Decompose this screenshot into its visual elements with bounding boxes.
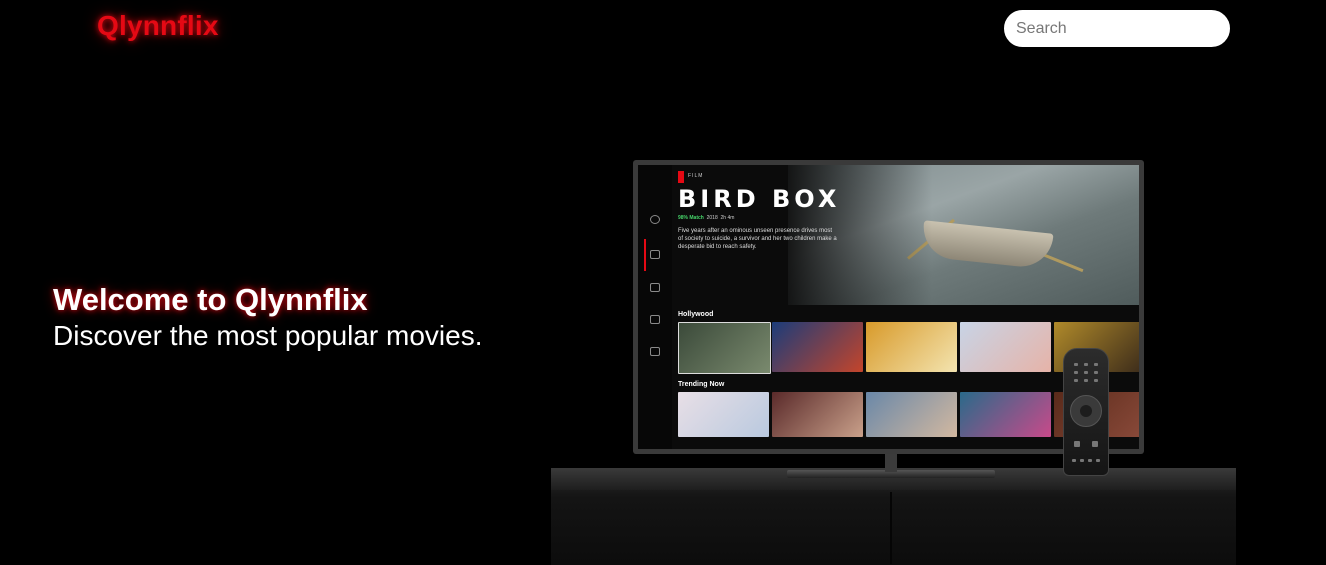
match-score: 98% Match (678, 215, 704, 221)
row-label-hollywood: Hollywood (678, 311, 714, 318)
remote-button (1084, 363, 1088, 366)
remote-button (1084, 379, 1088, 382)
cabinet-divider (890, 492, 892, 564)
film-icon (650, 315, 660, 324)
remote-button (1094, 379, 1098, 382)
poster-tile (866, 322, 957, 372)
remote-button (1096, 459, 1100, 462)
remote-button (1074, 371, 1078, 374)
movie-description: Five years after an ominous unseen prese… (678, 228, 837, 250)
movie-year: 2018 (706, 215, 718, 221)
remote-button (1092, 441, 1098, 447)
poster-tile (678, 392, 769, 437)
hero-section: Welcome to Qlynnflix Discover the most p… (53, 281, 483, 353)
remote-button (1084, 371, 1088, 374)
remote-button (1088, 459, 1092, 462)
poster-tile (960, 392, 1051, 437)
netflix-n-icon (678, 171, 684, 183)
home-icon (650, 250, 660, 259)
poster-tile (772, 322, 863, 372)
remote-control-icon (1063, 348, 1109, 476)
remote-button (1094, 363, 1098, 366)
poster-tile (678, 322, 771, 374)
movie-meta: 98% Match 2018 2h 4m (678, 215, 734, 221)
row-label-trending: Trending Now (678, 381, 725, 388)
nav-active-indicator (644, 239, 646, 271)
remote-button (1074, 379, 1078, 382)
search-icon (650, 215, 660, 224)
remote-dial (1070, 395, 1102, 427)
movie-duration: 2h 4m (720, 215, 735, 221)
poster-tile (960, 322, 1051, 372)
tv-icon (650, 283, 660, 292)
film-tag: FILM (688, 173, 704, 179)
remote-button (1074, 441, 1080, 447)
remote-button (1080, 459, 1084, 462)
remote-button (1072, 459, 1076, 462)
movie-title: BIRD BOX (678, 185, 841, 213)
tv-stand-neck (885, 453, 897, 472)
search-input[interactable] (1004, 10, 1230, 47)
remote-button (1094, 371, 1098, 374)
list-icon (650, 347, 660, 356)
poster-tile (772, 392, 863, 437)
hero-subtitle: Discover the most popular movies. (53, 320, 483, 351)
poster-tile (866, 392, 957, 437)
hero-title: Welcome to Qlynnflix (53, 282, 368, 317)
remote-button (1074, 363, 1078, 366)
tv-side-nav (638, 165, 672, 449)
site-logo[interactable]: Qlynnflix (97, 10, 219, 42)
